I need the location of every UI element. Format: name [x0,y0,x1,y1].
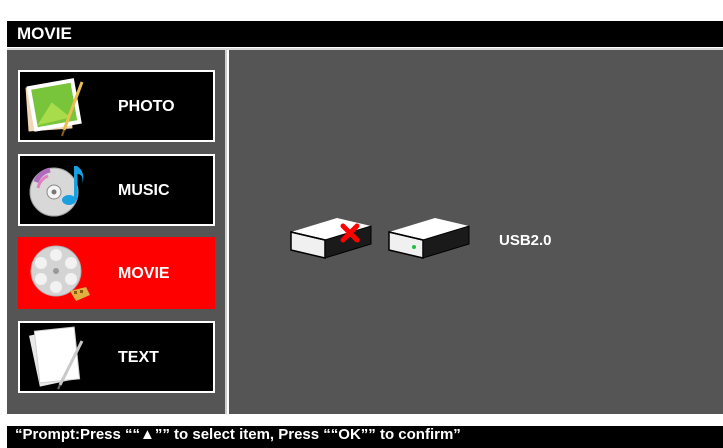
menu-item-music[interactable]: MUSIC [18,154,215,226]
film-reel-icon [30,245,90,301]
media-sidebar: PHOTO MUSIC MOVIE TEXT [7,50,227,414]
screen: MOVIE PHOTO MUSIC MOVIE TEXT USB2.0 “Pro… [0,0,723,448]
menu-item-label: TEXT [118,349,159,366]
prompt-text: “Prompt:Press ““▲”” to select item, Pres… [15,426,461,443]
menu-item-label: MOVIE [118,265,170,282]
music-cd-icon [29,166,84,217]
text-document-icon [29,326,84,390]
usb-drive-icon[interactable] [385,210,475,260]
prompt-bar: “Prompt:Press ““▲”” to select item, Pres… [7,416,723,448]
usb-device-label[interactable]: USB2.0 [499,232,552,249]
menu-item-label: PHOTO [118,98,175,115]
top-strip [0,0,723,10]
photo-icon [25,78,84,137]
title-bar: MOVIE [7,21,723,47]
page-title: MOVIE [17,24,72,43]
menu-item-movie[interactable]: MOVIE [18,237,215,309]
menu-item-label: MUSIC [118,182,170,199]
drive-disconnected-icon[interactable] [287,210,377,260]
menu-item-text[interactable]: TEXT [18,321,215,393]
menu-item-photo[interactable]: PHOTO [18,70,215,142]
device-panel: USB2.0 [229,50,723,414]
